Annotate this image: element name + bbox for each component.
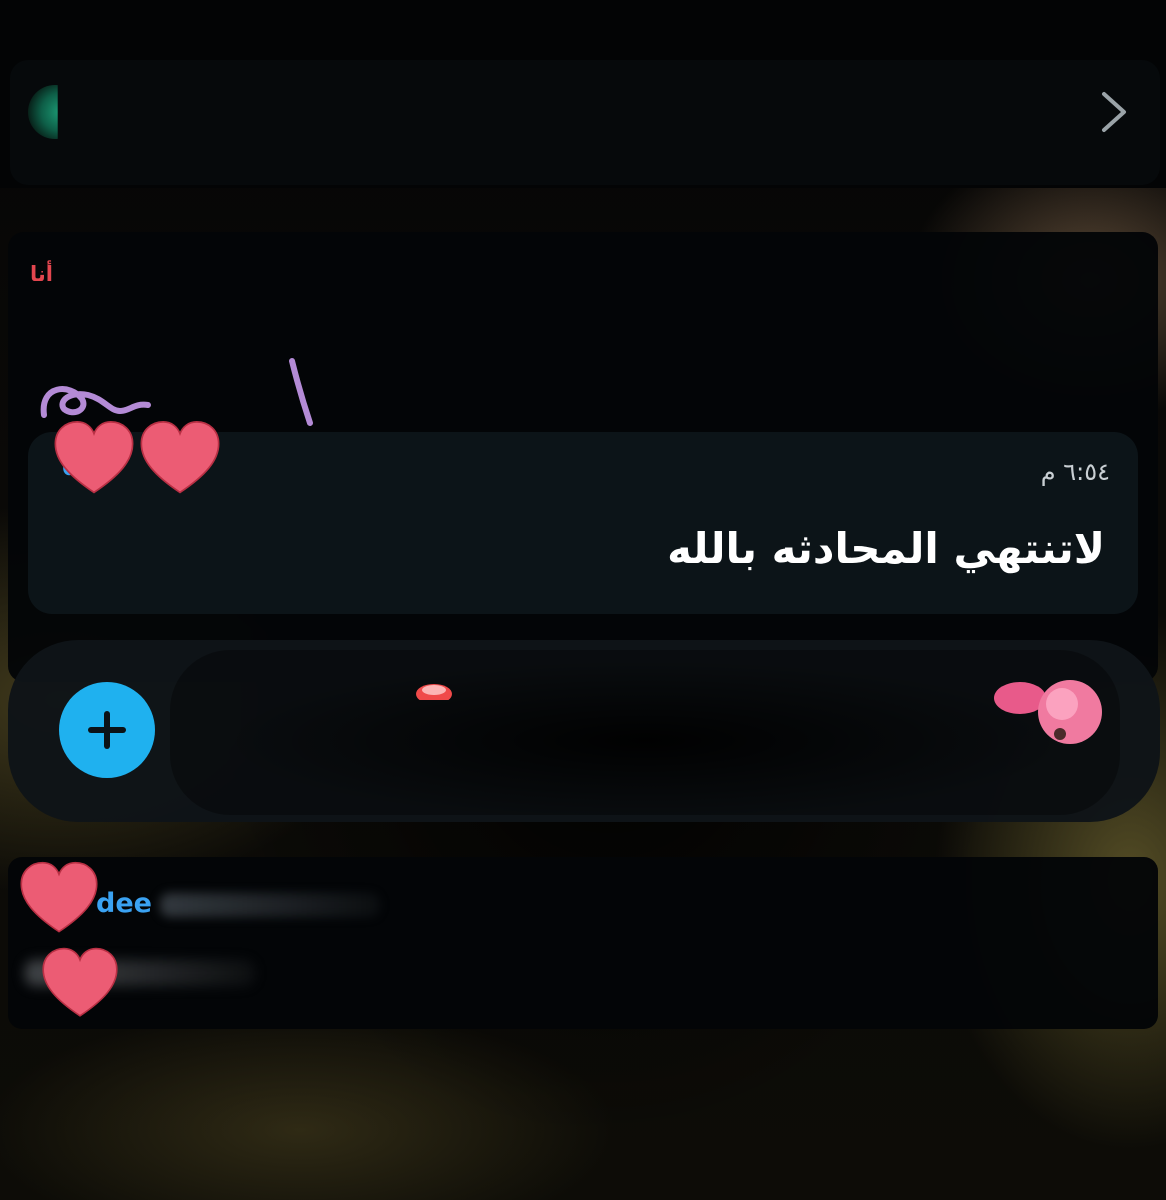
chat-preview-status: [160, 893, 380, 917]
record-indicator-icon: [416, 684, 452, 700]
composer-input-area[interactable]: [170, 650, 1120, 815]
message-time: ٦:٥٤ م: [1040, 458, 1110, 486]
heart-sticker-icon: [42, 947, 118, 1017]
chat-preview-name: dee: [96, 888, 152, 919]
heart-reaction-icon[interactable]: [990, 676, 1105, 751]
sender-label: أنا: [30, 262, 53, 286]
add-button[interactable]: [59, 682, 155, 778]
notification-bar[interactable]: [10, 60, 1160, 185]
plus-icon: [88, 711, 126, 749]
message-text: لاتنتهي المحادثه بالله: [667, 524, 1105, 573]
heart-sticker-icon: [140, 421, 220, 494]
heart-sticker-icon: [20, 861, 98, 933]
heart-sticker-icon: [54, 421, 134, 494]
chevron-right-icon[interactable]: [1092, 90, 1136, 134]
screen: أنا d ٦:٥٤ م لاتنتهي المحادثه بالله dee: [0, 0, 1166, 1200]
chat-list-item[interactable]: [8, 857, 1158, 1029]
